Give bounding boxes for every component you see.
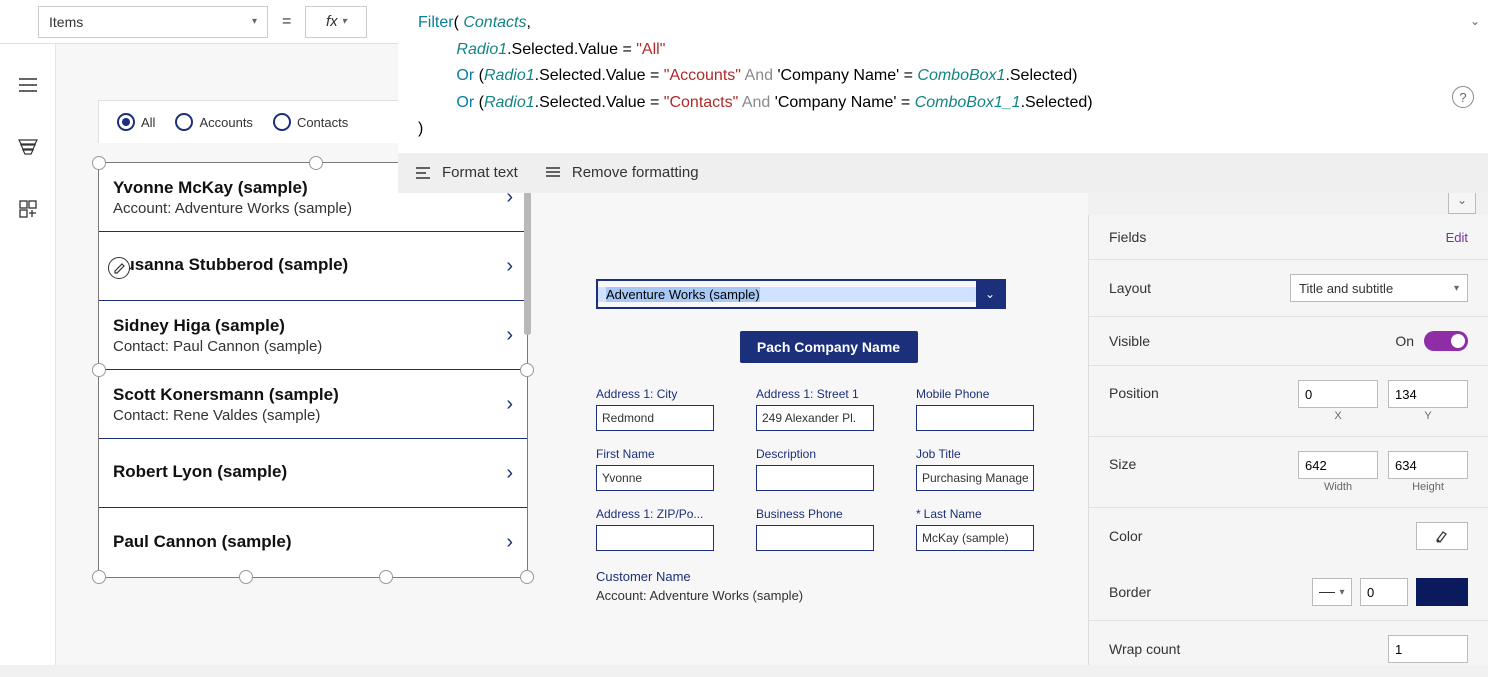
radio-accounts[interactable]: Accounts: [175, 113, 252, 131]
list-item[interactable]: Sidney Higa (sample)Contact: Paul Cannon…: [99, 301, 527, 370]
border-width-input[interactable]: [1360, 578, 1408, 606]
layout-dropdown[interactable]: Title and subtitle▾: [1290, 274, 1468, 302]
equals-sign: =: [282, 13, 291, 31]
remove-format-button[interactable]: Remove formatting: [546, 164, 699, 181]
chevron-down-icon[interactable]: ⌄: [976, 281, 1004, 307]
chevron-right-icon[interactable]: ›: [506, 462, 513, 485]
chevron-right-icon[interactable]: ›: [506, 393, 513, 416]
left-rail: [0, 44, 56, 665]
formula-editor[interactable]: Filter( Contacts, Radio1.Selected.Value …: [398, 0, 1488, 153]
resize-handle[interactable]: [92, 156, 106, 170]
hamburger-icon[interactable]: [17, 74, 39, 96]
list-item[interactable]: Scott Konersmann (sample)Contact: Rene V…: [99, 370, 527, 439]
lastname-field[interactable]: [916, 525, 1034, 551]
properties-panel: Fields Edit Layout Title and subtitle▾ V…: [1088, 215, 1488, 665]
gallery-list[interactable]: Yvonne McKay (sample) Account: Adventure…: [98, 162, 528, 578]
chevron-right-icon[interactable]: ›: [506, 531, 513, 554]
firstname-field[interactable]: [596, 465, 714, 491]
item-title: Yvonne McKay (sample): [113, 178, 352, 198]
formula-toolbar: Format text Remove formatting: [398, 153, 1488, 193]
chevron-down-icon: ▾: [342, 16, 347, 27]
chevron-down-icon[interactable]: ⌄: [1470, 12, 1480, 31]
chevron-right-icon[interactable]: ›: [506, 324, 513, 347]
remove-format-icon: [546, 166, 562, 180]
form-panel: Adventure Works (sample) ⌄ Pach Company …: [596, 279, 1061, 603]
border-style-dropdown[interactable]: ▾: [1312, 578, 1352, 606]
customer-value: Account: Adventure Works (sample): [596, 588, 1061, 603]
resize-handle[interactable]: [520, 363, 534, 377]
color-picker[interactable]: [1416, 522, 1468, 550]
list-item[interactable]: Susanna Stubberod (sample) ›: [99, 232, 527, 301]
radio-contacts[interactable]: Contacts: [273, 113, 348, 131]
job-field[interactable]: [916, 465, 1034, 491]
prop-fields: Fields Edit: [1089, 215, 1488, 260]
chevron-down-icon: ▾: [252, 16, 257, 27]
resize-handle[interactable]: [92, 570, 106, 584]
help-icon[interactable]: ?: [1452, 86, 1474, 108]
format-text-button[interactable]: Format text: [416, 164, 518, 181]
height-input[interactable]: [1388, 451, 1468, 479]
fx-button[interactable]: fx ▾: [305, 6, 367, 38]
city-field[interactable]: [596, 405, 714, 431]
y-input[interactable]: [1388, 380, 1468, 408]
chevron-right-icon[interactable]: ›: [506, 255, 513, 278]
list-item[interactable]: Paul Cannon (sample) ›: [99, 508, 527, 577]
prop-size: Size Width Height: [1089, 437, 1488, 508]
desc-field[interactable]: [756, 465, 874, 491]
patch-button[interactable]: Pach Company Name: [740, 331, 918, 363]
mobile-field[interactable]: [916, 405, 1034, 431]
resize-handle[interactable]: [520, 570, 534, 584]
prop-wrap: Wrap count: [1089, 621, 1488, 677]
insert-icon[interactable]: [17, 198, 39, 220]
property-name: Items: [49, 14, 83, 30]
prop-layout: Layout Title and subtitle▾: [1089, 260, 1488, 317]
wrap-input[interactable]: [1388, 635, 1468, 663]
resize-handle[interactable]: [239, 570, 253, 584]
combo-value: Adventure Works (sample): [598, 287, 976, 302]
x-input[interactable]: [1298, 380, 1378, 408]
property-dropdown[interactable]: Items ▾: [38, 6, 268, 38]
resize-handle[interactable]: [309, 156, 323, 170]
edit-fields-link[interactable]: Edit: [1446, 230, 1468, 245]
width-input[interactable]: [1298, 451, 1378, 479]
resize-handle[interactable]: [92, 363, 106, 377]
tree-view-icon[interactable]: [17, 136, 39, 158]
customer-label: Customer Name: [596, 569, 1061, 584]
format-icon: [416, 166, 432, 180]
prop-color: Color: [1089, 508, 1488, 564]
pencil-icon[interactable]: [108, 257, 130, 279]
chevron-down-icon: ▾: [1454, 283, 1459, 294]
radio-all[interactable]: All: [117, 113, 155, 131]
street-field[interactable]: [756, 405, 874, 431]
prop-position: Position X Y: [1089, 366, 1488, 437]
gallery-control[interactable]: All Accounts Contacts Yvonne McKay (samp…: [98, 162, 528, 578]
border-color-picker[interactable]: [1416, 578, 1468, 606]
combobox[interactable]: Adventure Works (sample) ⌄: [596, 279, 1006, 309]
list-item[interactable]: Robert Lyon (sample) ›: [99, 439, 527, 508]
formula-panel: Filter( Contacts, Radio1.Selected.Value …: [398, 0, 1488, 193]
prop-border: Border ▾: [1089, 564, 1488, 621]
item-subtitle: Account: Adventure Works (sample): [113, 200, 352, 217]
bphone-field[interactable]: [756, 525, 874, 551]
visible-toggle[interactable]: [1424, 331, 1468, 351]
prop-visible: Visible On: [1089, 317, 1488, 366]
resize-handle[interactable]: [379, 570, 393, 584]
zip-field[interactable]: [596, 525, 714, 551]
